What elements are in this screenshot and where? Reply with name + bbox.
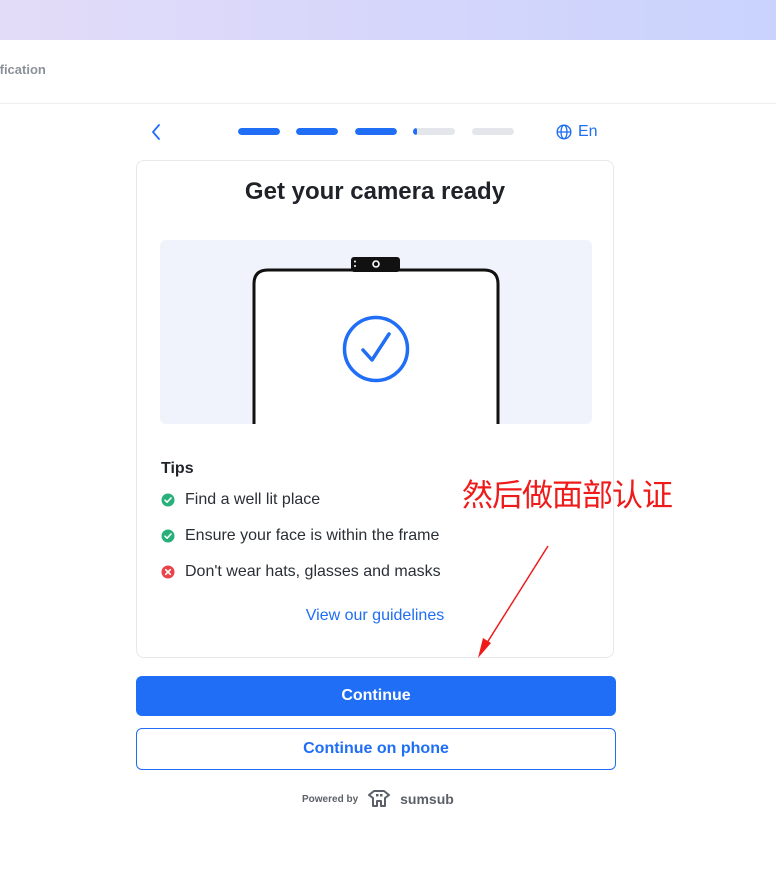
annotation-arrow-icon [478,545,549,658]
